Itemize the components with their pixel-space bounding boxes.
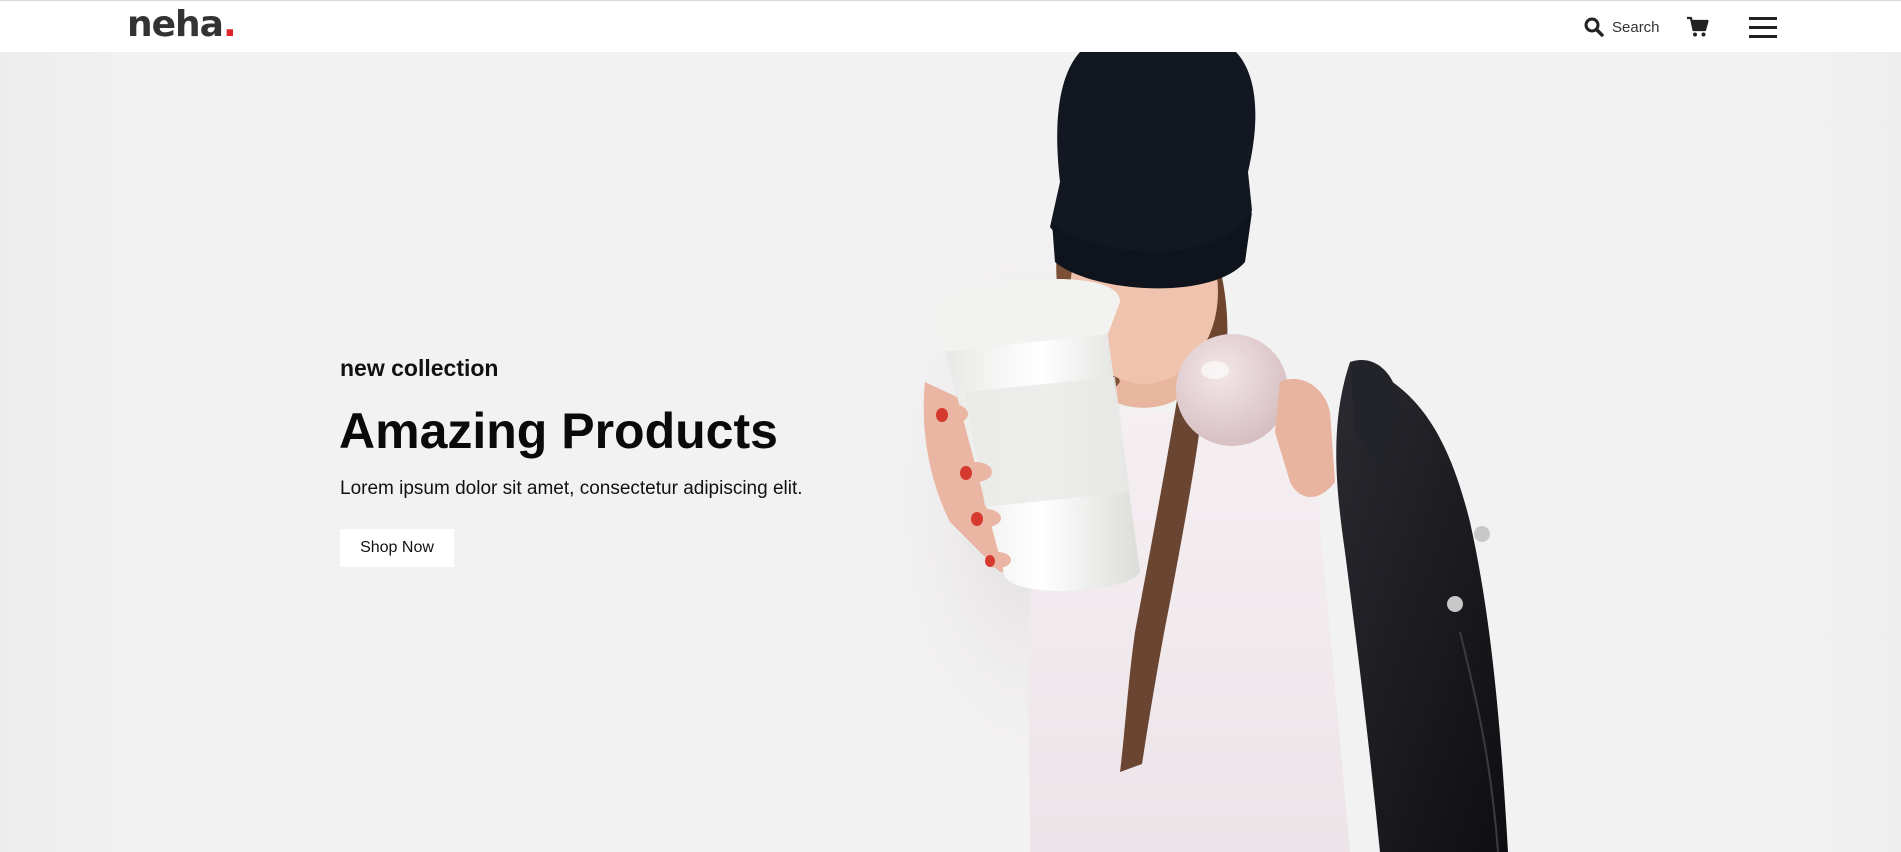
search-label: Search bbox=[1612, 18, 1660, 36]
hero-bg-right bbox=[1781, 52, 1901, 852]
logo-text: neha bbox=[127, 4, 224, 45]
menu-bar bbox=[1749, 26, 1777, 29]
search-icon bbox=[1584, 17, 1604, 37]
search-button[interactable]: Search bbox=[1584, 15, 1660, 39]
hero-bg-left bbox=[0, 52, 112, 852]
cart-button[interactable] bbox=[1686, 15, 1710, 39]
site-header: neha. Search bbox=[0, 0, 1901, 52]
logo-dot: . bbox=[222, 4, 237, 45]
hamburger-menu-icon[interactable] bbox=[1749, 15, 1777, 39]
menu-bar bbox=[1749, 17, 1777, 20]
hero-banner: new collection Amazing Products Lorem ip… bbox=[0, 52, 1901, 852]
site-logo[interactable]: neha. bbox=[127, 3, 237, 47]
hero-tagline: new collection bbox=[340, 355, 499, 381]
shop-now-button[interactable]: Shop Now bbox=[340, 529, 454, 567]
cart-icon bbox=[1687, 16, 1709, 37]
hero-model-image bbox=[880, 52, 1508, 852]
menu-bar bbox=[1749, 35, 1777, 38]
hero-subtext: Lorem ipsum dolor sit amet, consectetur … bbox=[340, 478, 803, 499]
hero-headline: Amazing Products bbox=[339, 403, 778, 459]
